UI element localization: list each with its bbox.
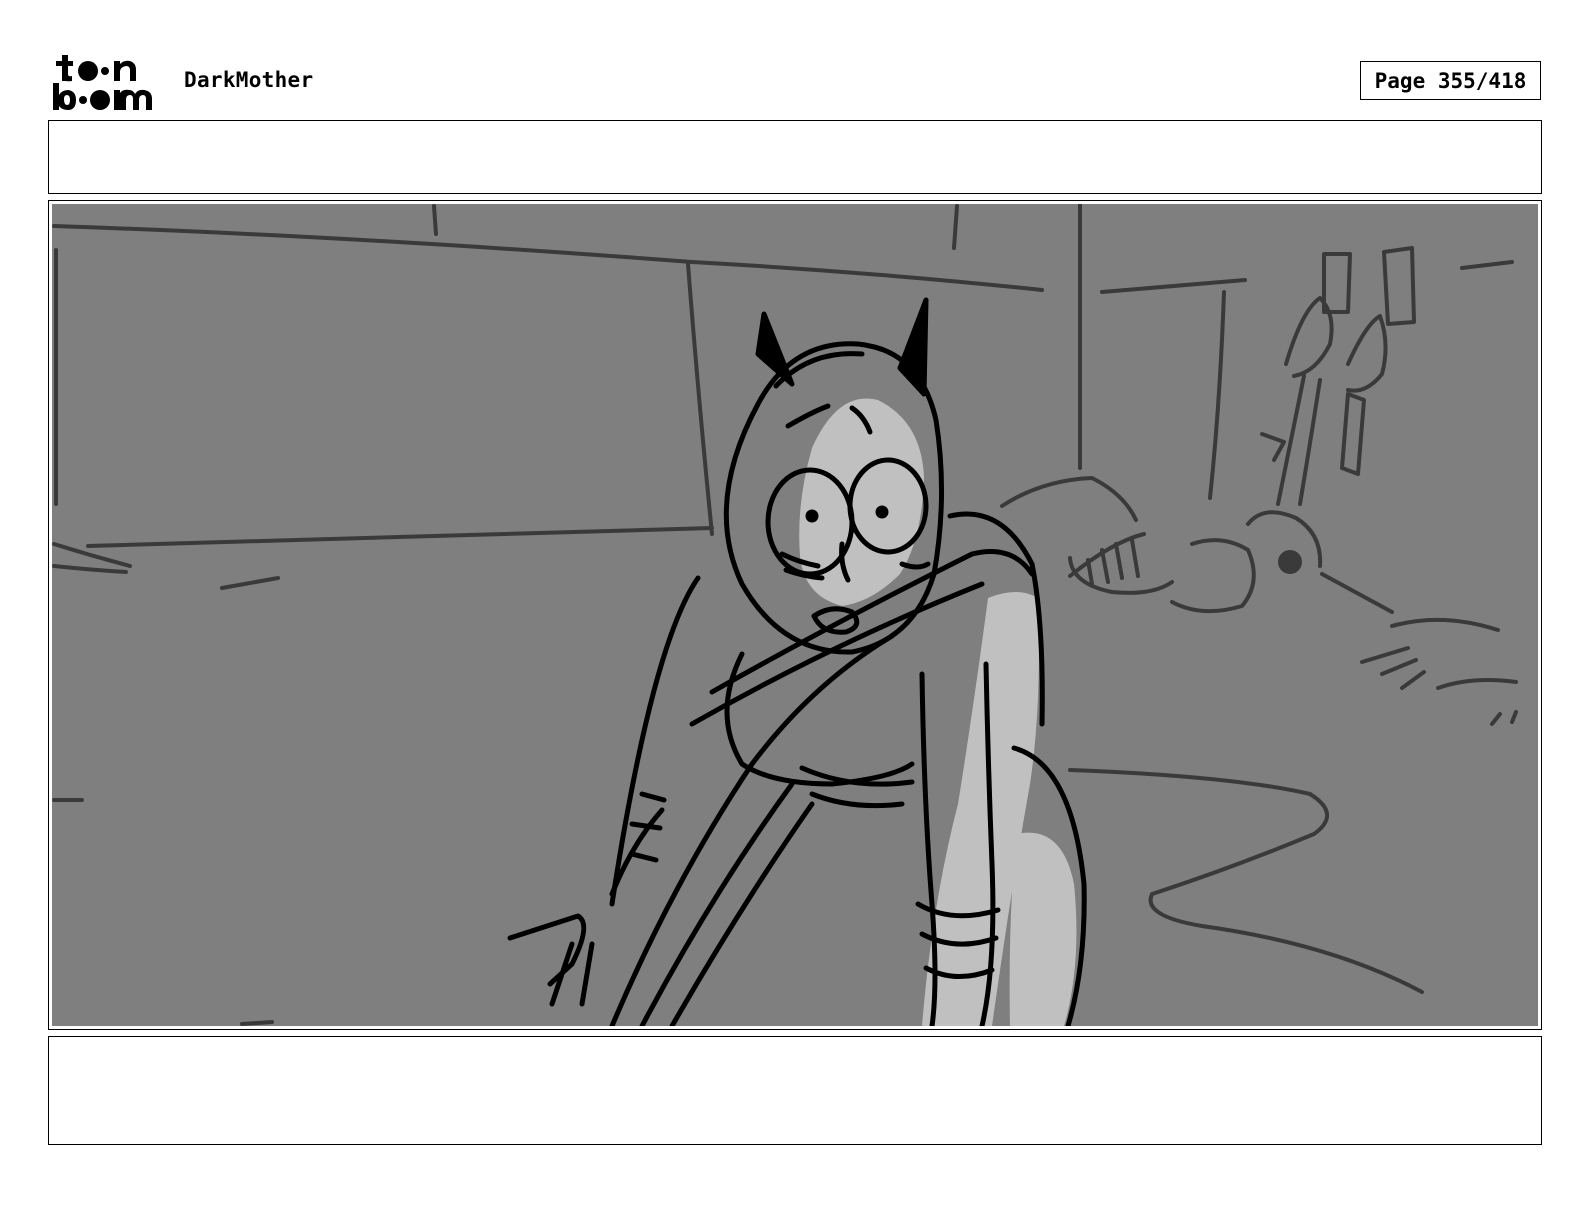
toon-boom-logo-icon (53, 55, 152, 110)
panel-notes-top[interactable] (48, 120, 1542, 194)
storyboard-panel-image (52, 204, 1538, 1026)
toon-boom-logo (52, 52, 164, 112)
sketch-drawing (52, 204, 1518, 1026)
panel-notes-bottom[interactable] (48, 1036, 1542, 1145)
background-sketch (52, 204, 1518, 1026)
page-counter: Page 355/418 (1360, 61, 1541, 100)
character-highlight (799, 398, 1077, 1026)
project-title: DarkMother (184, 68, 314, 92)
